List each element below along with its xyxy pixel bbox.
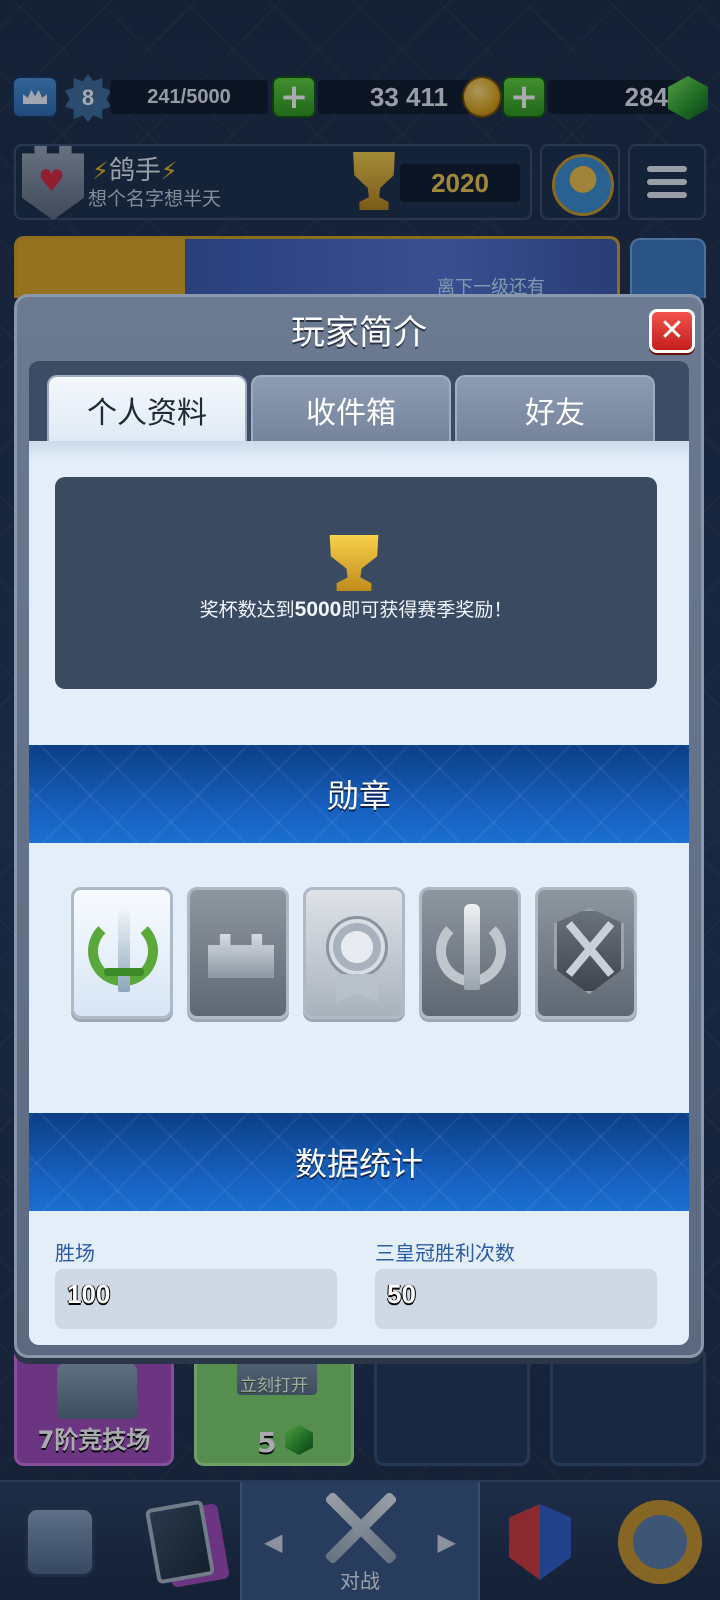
profile-content[interactable]: 奖杯数达到5000即可获得赛季奖励！ 勋章 数据统计 胜场 三皇冠胜利次数 10… [29, 441, 689, 1345]
medal-icon [326, 916, 388, 978]
tab-profile[interactable]: 个人资料 [47, 375, 247, 443]
tab-friends[interactable]: 好友 [455, 375, 655, 443]
stats-header: 数据统计 [29, 1113, 689, 1211]
content-divider [29, 441, 689, 461]
trophy-icon [329, 535, 379, 591]
profile-tabs: 个人资料 收件箱 好友 [47, 375, 655, 443]
badge-slot[interactable] [419, 887, 521, 1019]
season-msg-post: 即可获得赛季奖励！ [341, 599, 513, 621]
stat-value-wins: 100 [55, 1269, 337, 1329]
sword-guard-icon [104, 968, 144, 976]
badges-header: 勋章 [29, 745, 689, 843]
badge-slot[interactable] [71, 887, 173, 1019]
season-msg-num: 5000 [294, 598, 342, 621]
sword-icon [464, 904, 480, 990]
stat-value-three-crown: 50 [375, 1269, 657, 1329]
ribbon-icon [336, 974, 378, 1002]
badge-slot[interactable] [187, 887, 289, 1019]
close-icon: ✕ [659, 313, 685, 348]
close-button[interactable]: ✕ [649, 309, 695, 353]
modal-body: 个人资料 收件箱 好友 奖杯数达到5000即可获得赛季奖励！ 勋章 数据统计 胜… [29, 361, 689, 1345]
stat-label-three-crown: 三皇冠胜利次数 [375, 1241, 515, 1265]
player-profile-modal: 玩家简介 ✕ 个人资料 收件箱 好友 奖杯数达到5000即可获得赛季奖励！ 勋章 [14, 294, 704, 1358]
tab-inbox[interactable]: 收件箱 [251, 375, 451, 443]
stat-label-wins: 胜场 [55, 1241, 95, 1265]
season-msg-pre: 奖杯数达到 [199, 599, 295, 621]
sword-icon [118, 906, 130, 992]
crown-icon [208, 934, 274, 978]
season-reward-message: 奖杯数达到5000即可获得赛季奖励！ [55, 595, 657, 622]
modal-title: 玩家简介 [291, 313, 427, 353]
season-reward-panel: 奖杯数达到5000即可获得赛季奖励！ [55, 477, 657, 689]
badge-slot[interactable] [303, 887, 405, 1019]
badge-slot[interactable] [535, 887, 637, 1019]
